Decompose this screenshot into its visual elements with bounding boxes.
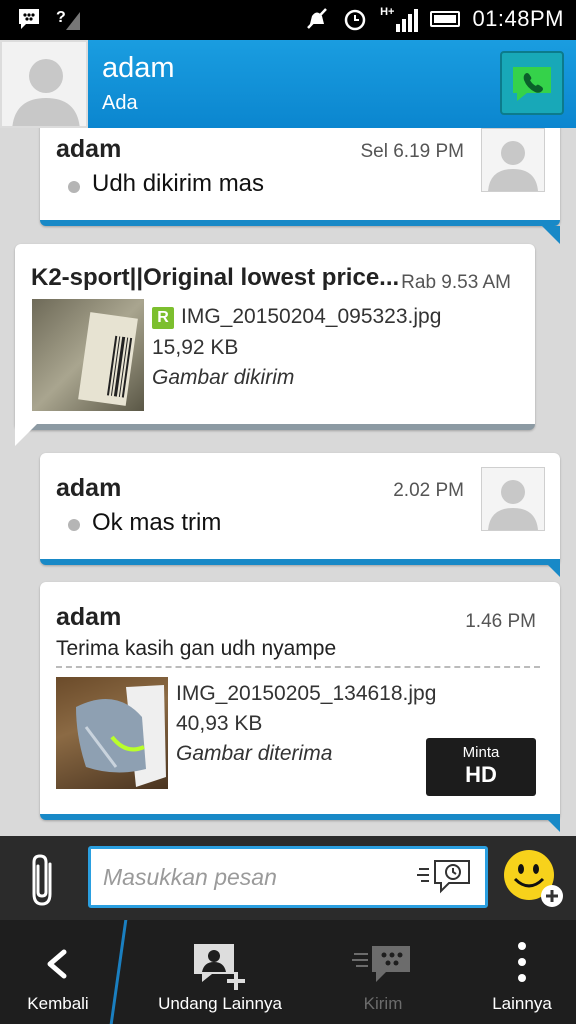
voice-call-button[interactable] (500, 51, 564, 115)
contact-status: Ada (102, 92, 138, 114)
bbm-image-icon: R (152, 307, 174, 329)
bubble-tail (15, 424, 37, 446)
message-sender: K2-sport||Original lowest price... (31, 264, 400, 291)
svg-text:?: ? (56, 9, 66, 26)
more-button[interactable]: Lainnya (482, 920, 562, 1024)
message-list[interactable]: adam Sel 6.19 PM Udh dikirim mas K2-spor… (0, 128, 576, 836)
message-bubble[interactable]: adam 2.02 PM Ok mas trim (40, 453, 560, 565)
read-indicator (68, 181, 80, 193)
message-sender: adam (56, 135, 122, 163)
invite-others-button[interactable]: Undang Lainnya (150, 920, 290, 1024)
image-thumbnail[interactable] (32, 299, 144, 411)
message-time: Sel 6.19 PM (360, 141, 465, 162)
message-text: Terima kasih gan udh nyampe (56, 637, 337, 660)
bbm-send-icon (352, 946, 410, 982)
status-bar: ? H+ 01:48PM (0, 0, 576, 40)
bubble-tail (542, 814, 560, 832)
file-name: IMG_20150205_134618.jpg (176, 682, 437, 705)
more-label: Lainnya (492, 994, 552, 1013)
phone-icon (513, 67, 551, 101)
sender-avatar (481, 128, 545, 192)
alarm-icon (342, 6, 368, 32)
battery-icon (430, 11, 461, 27)
attach-button[interactable] (24, 850, 64, 910)
bbm-icon (16, 6, 42, 32)
signal-icon: H+ (380, 6, 419, 32)
add-contact-icon (194, 944, 245, 990)
sender-avatar (481, 467, 545, 531)
message-input-container[interactable] (88, 846, 488, 908)
file-size: 40,93 KB (176, 712, 263, 735)
message-text: Udh dikirim mas (92, 170, 265, 197)
bubble-tail (542, 226, 560, 244)
message-divider (56, 666, 540, 668)
send-label: Kirim (363, 994, 403, 1013)
paperclip-icon (32, 854, 52, 906)
back-label: Kembali (27, 994, 89, 1013)
ping-icon[interactable] (417, 857, 475, 899)
read-indicator (68, 519, 80, 531)
contact-name: adam (102, 52, 175, 84)
back-button[interactable]: Kembali (0, 920, 116, 1024)
chevron-left-icon (47, 949, 67, 979)
message-bubble[interactable]: adam 1.46 PM Terima kasih gan udh nyampe… (40, 582, 560, 820)
clock: 01:48PM (472, 6, 564, 31)
message-text: Ok mas trim (92, 509, 222, 536)
message-sender: adam (56, 603, 122, 631)
more-vertical-icon (518, 942, 526, 982)
message-sender: adam (56, 474, 122, 502)
message-time: 1.46 PM (465, 611, 536, 632)
invite-others-label: Undang Lainnya (158, 994, 282, 1013)
message-input[interactable] (103, 849, 403, 905)
network-type: H+ (380, 6, 395, 18)
request-hd-top-label: Minta (462, 744, 500, 761)
signal-question-icon: ? (56, 6, 82, 32)
mute-icon (304, 6, 330, 32)
send-button[interactable]: Kirim (334, 920, 432, 1024)
contact-avatar[interactable] (0, 40, 88, 128)
request-hd-button[interactable]: Minta HD (426, 738, 536, 796)
message-time: Rab 9.53 AM (401, 272, 511, 293)
request-hd-bottom-label: HD (465, 762, 497, 787)
chat-header: adam Ada (0, 40, 576, 128)
image-thumbnail[interactable] (56, 677, 168, 789)
composer-bar (0, 836, 576, 920)
bubble-tail (542, 559, 560, 577)
file-name: IMG_20150204_095323.jpg (181, 305, 442, 328)
file-size: 15,92 KB (152, 336, 239, 359)
emoticon-button[interactable] (502, 848, 564, 910)
file-status: Gambar dikirim (152, 366, 295, 389)
action-bar: Kembali Undang Lainnya Kirim Lainnya (0, 920, 576, 1024)
message-bubble[interactable]: adam Sel 6.19 PM Udh dikirim mas (40, 128, 560, 226)
file-status: Gambar diterima (176, 742, 333, 765)
smiley-icon (504, 850, 563, 907)
message-bubble[interactable]: K2-sport||Original lowest price... Rab 9… (15, 244, 535, 430)
message-time: 2.02 PM (393, 480, 464, 501)
